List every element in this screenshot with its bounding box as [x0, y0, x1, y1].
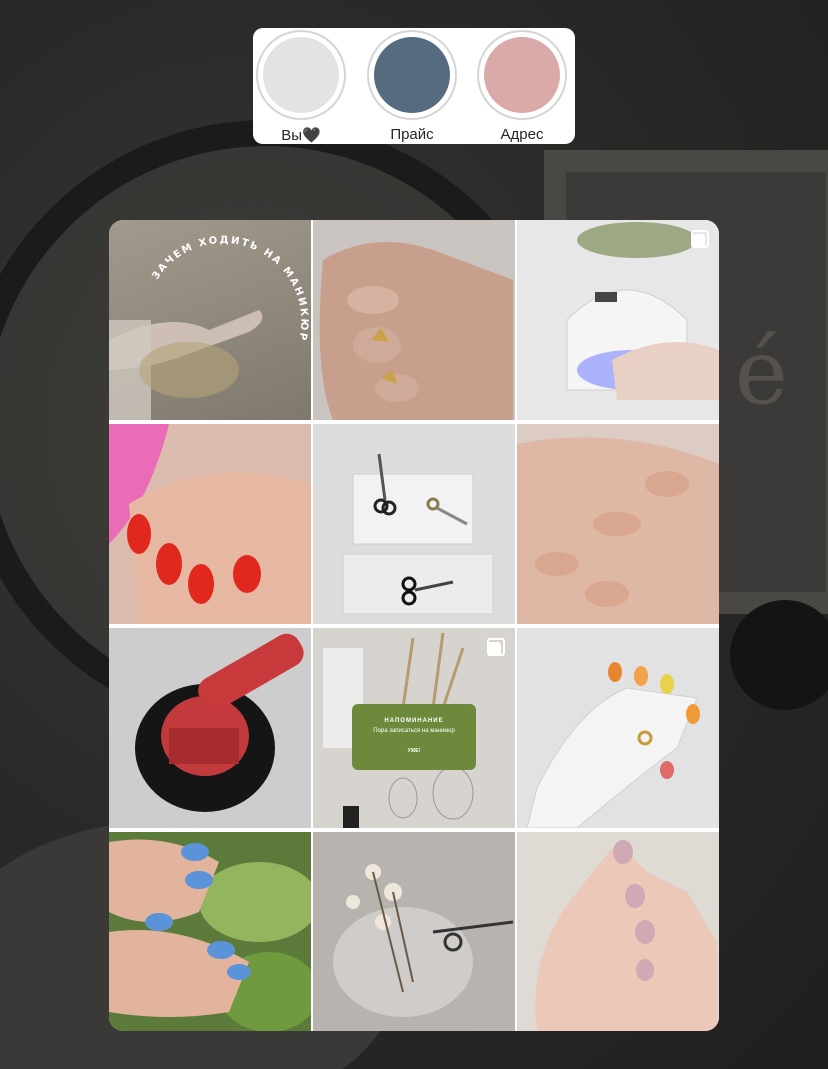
background-knob [730, 600, 828, 710]
highlight-ring [477, 30, 567, 120]
highlight-label: Адрес [500, 126, 544, 143]
carousel-icon [487, 638, 505, 656]
carousel-icon [691, 230, 709, 248]
post-tile-5[interactable] [313, 424, 515, 624]
post-tile-12[interactable] [517, 832, 719, 1031]
posts-grid: ЗАЧЕМ ХОДИТЬ НА МАНИКЮРТ [109, 220, 719, 1031]
highlight-cover [484, 37, 560, 113]
post-7-image [109, 628, 311, 828]
post-tile-10[interactable] [109, 832, 311, 1031]
post-tile-6[interactable] [517, 424, 719, 624]
highlight-label: Вы🖤 [281, 127, 321, 144]
post-tile-1[interactable]: ЗАЧЕМ ХОДИТЬ НА МАНИКЮРТ [109, 220, 311, 420]
post-5-image [313, 424, 515, 624]
highlight-cover [263, 37, 339, 113]
reminder-title: НАПОМИНАНИЕ [384, 718, 444, 724]
highlight-address[interactable]: Адрес [476, 30, 568, 143]
highlight-label: Прайс [390, 126, 434, 143]
post-tile-3[interactable] [517, 220, 719, 420]
post-10-image [109, 832, 311, 1031]
highlight-ring [367, 30, 457, 120]
highlight-price[interactable]: Прайс [366, 30, 458, 143]
post-tile-8[interactable]: НАПОМИНАНИЕ Пора записаться на маникюр У… [313, 628, 515, 828]
post-6-image [517, 424, 719, 624]
background-letter: é [734, 320, 788, 425]
post-2-image [313, 220, 515, 420]
reminder-button: УЖЕ! [407, 748, 421, 754]
highlight-cover [374, 37, 450, 113]
post-11-image [313, 832, 515, 1031]
post-9-image [517, 628, 719, 828]
post-tile-7[interactable] [109, 628, 311, 828]
post-1-image: ЗАЧЕМ ХОДИТЬ НА МАНИКЮРТ [109, 220, 308, 420]
post-tile-11[interactable] [313, 832, 515, 1031]
reminder-card: НАПОМИНАНИЕ Пора записаться на маникюр У… [352, 704, 476, 770]
post-tile-4[interactable] [109, 424, 311, 624]
post-4-image [109, 424, 311, 624]
post-12-image [517, 832, 719, 1031]
story-highlights-bar: Вы🖤 Прайс Адрес [253, 28, 575, 144]
post-tile-9[interactable] [517, 628, 719, 828]
highlight-ring [256, 30, 346, 120]
reminder-body: Пора записаться на маникюр [373, 728, 455, 734]
post-tile-2[interactable] [313, 220, 515, 420]
highlight-you[interactable]: Вы🖤 [255, 30, 347, 144]
post-3-image [517, 220, 719, 420]
